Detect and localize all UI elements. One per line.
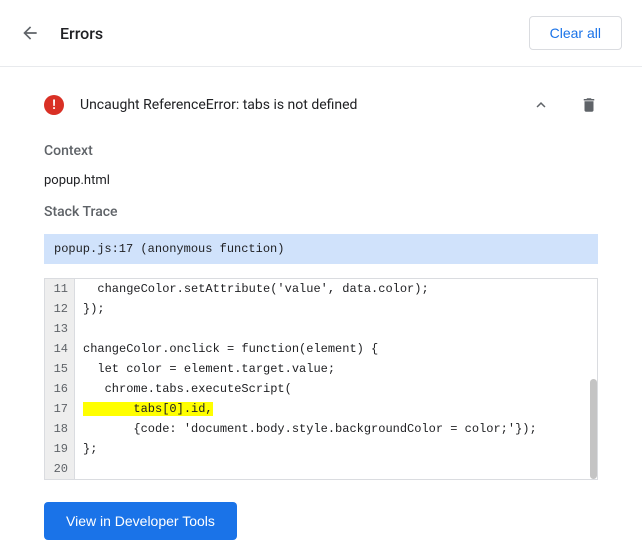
line-number: 18 xyxy=(45,419,75,439)
line-content: let color = element.target.value; xyxy=(75,359,335,379)
line-number: 19 xyxy=(45,439,75,459)
back-arrow-icon[interactable] xyxy=(20,23,40,43)
line-number: 12 xyxy=(45,299,75,319)
code-line: 15 let color = element.target.value; xyxy=(45,359,597,379)
code-line: 17 tabs[0].id, xyxy=(45,399,597,419)
line-number: 15 xyxy=(45,359,75,379)
error-row: ! Uncaught ReferenceError: tabs is not d… xyxy=(44,83,598,127)
line-number: 17 xyxy=(45,399,75,419)
line-content: tabs[0].id, xyxy=(75,399,213,419)
code-line: 12}); xyxy=(45,299,597,319)
line-content: {code: 'document.body.style.backgroundCo… xyxy=(75,419,537,439)
code-line: 16 chrome.tabs.executeScript( xyxy=(45,379,597,399)
content: ! Uncaught ReferenceError: tabs is not d… xyxy=(0,67,642,556)
header: Errors Clear all xyxy=(0,0,642,67)
stack-trace-label: Stack Trace xyxy=(44,204,598,220)
line-content xyxy=(75,459,83,479)
code-line: 13 xyxy=(45,319,597,339)
error-message: Uncaught ReferenceError: tabs is not def… xyxy=(80,97,532,113)
line-content: changeColor.setAttribute('value', data.c… xyxy=(75,279,429,299)
code-viewer: 11 changeColor.setAttribute('value', dat… xyxy=(44,278,598,480)
code-line: 14changeColor.onclick = function(element… xyxy=(45,339,597,359)
line-content: }; xyxy=(75,439,97,459)
context-value: popup.html xyxy=(44,173,598,188)
trash-icon[interactable] xyxy=(580,96,598,114)
page-title: Errors xyxy=(60,24,529,43)
error-icon: ! xyxy=(44,95,64,115)
code-line: 11 changeColor.setAttribute('value', dat… xyxy=(45,279,597,299)
context-label: Context xyxy=(44,143,598,159)
line-content: changeColor.onclick = function(element) … xyxy=(75,339,378,359)
code-line: 20 xyxy=(45,459,597,479)
line-number: 11 xyxy=(45,279,75,299)
line-number: 13 xyxy=(45,319,75,339)
stack-frame[interactable]: popup.js:17 (anonymous function) xyxy=(44,234,598,264)
line-number: 16 xyxy=(45,379,75,399)
line-content: }); xyxy=(75,299,105,319)
chevron-up-icon[interactable] xyxy=(532,96,550,114)
line-content: chrome.tabs.executeScript( xyxy=(75,379,292,399)
clear-all-button[interactable]: Clear all xyxy=(529,16,622,50)
line-content xyxy=(75,319,83,339)
code-line: 19}; xyxy=(45,439,597,459)
code-line: 18 {code: 'document.body.style.backgroun… xyxy=(45,419,597,439)
scrollbar[interactable] xyxy=(590,379,597,479)
line-number: 14 xyxy=(45,339,75,359)
view-devtools-button[interactable]: View in Developer Tools xyxy=(44,502,237,540)
line-number: 20 xyxy=(45,459,75,479)
highlighted-code: tabs[0].id, xyxy=(83,402,213,416)
